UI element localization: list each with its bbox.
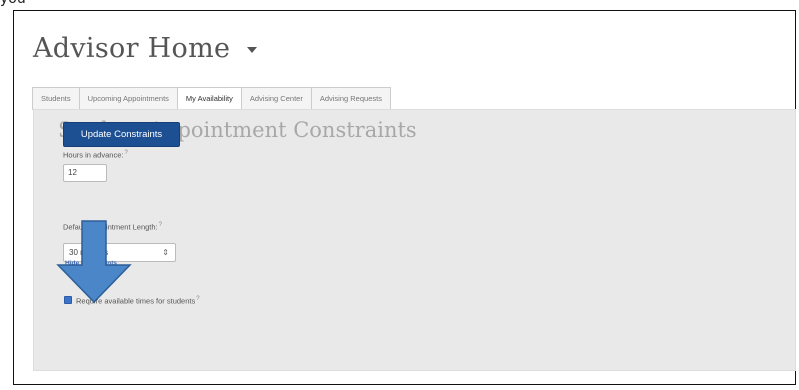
select-caret-icon: ⇕	[162, 248, 169, 257]
help-icon[interactable]: ?	[159, 222, 162, 228]
hours-in-advance-label: Hours in advance:?	[63, 150, 128, 160]
page-title-dropdown[interactable]: Advisor Home	[33, 33, 258, 64]
annotation-arrow-icon	[56, 220, 132, 304]
page-title-text: Advisor Home	[33, 33, 231, 64]
tab-students[interactable]: Students	[32, 87, 79, 110]
screenshot-frame: Advisor Home Students Upcoming Appointme…	[13, 10, 796, 385]
chevron-down-icon	[247, 46, 258, 53]
tab-my-availability[interactable]: My Availability	[176, 87, 241, 110]
tab-bar: Students Upcoming Appointments My Availa…	[32, 87, 391, 110]
hours-label-text: Hours in advance:	[63, 150, 124, 160]
top-sliver-text: you	[0, 0, 26, 7]
tab-advising-requests[interactable]: Advising Requests	[310, 87, 391, 110]
tab-upcoming-appointments[interactable]: Upcoming Appointments	[78, 87, 177, 110]
constraints-panel: Student Appointment Constraints Hours in…	[33, 109, 796, 371]
update-constraints-button[interactable]: Update Constraints	[63, 122, 180, 147]
hours-in-advance-input[interactable]: 12	[63, 164, 107, 182]
help-icon[interactable]: ?	[124, 150, 127, 156]
arrow-shape	[56, 220, 132, 304]
tab-advising-center[interactable]: Advising Center	[240, 87, 311, 110]
help-icon[interactable]: ?	[196, 296, 199, 302]
